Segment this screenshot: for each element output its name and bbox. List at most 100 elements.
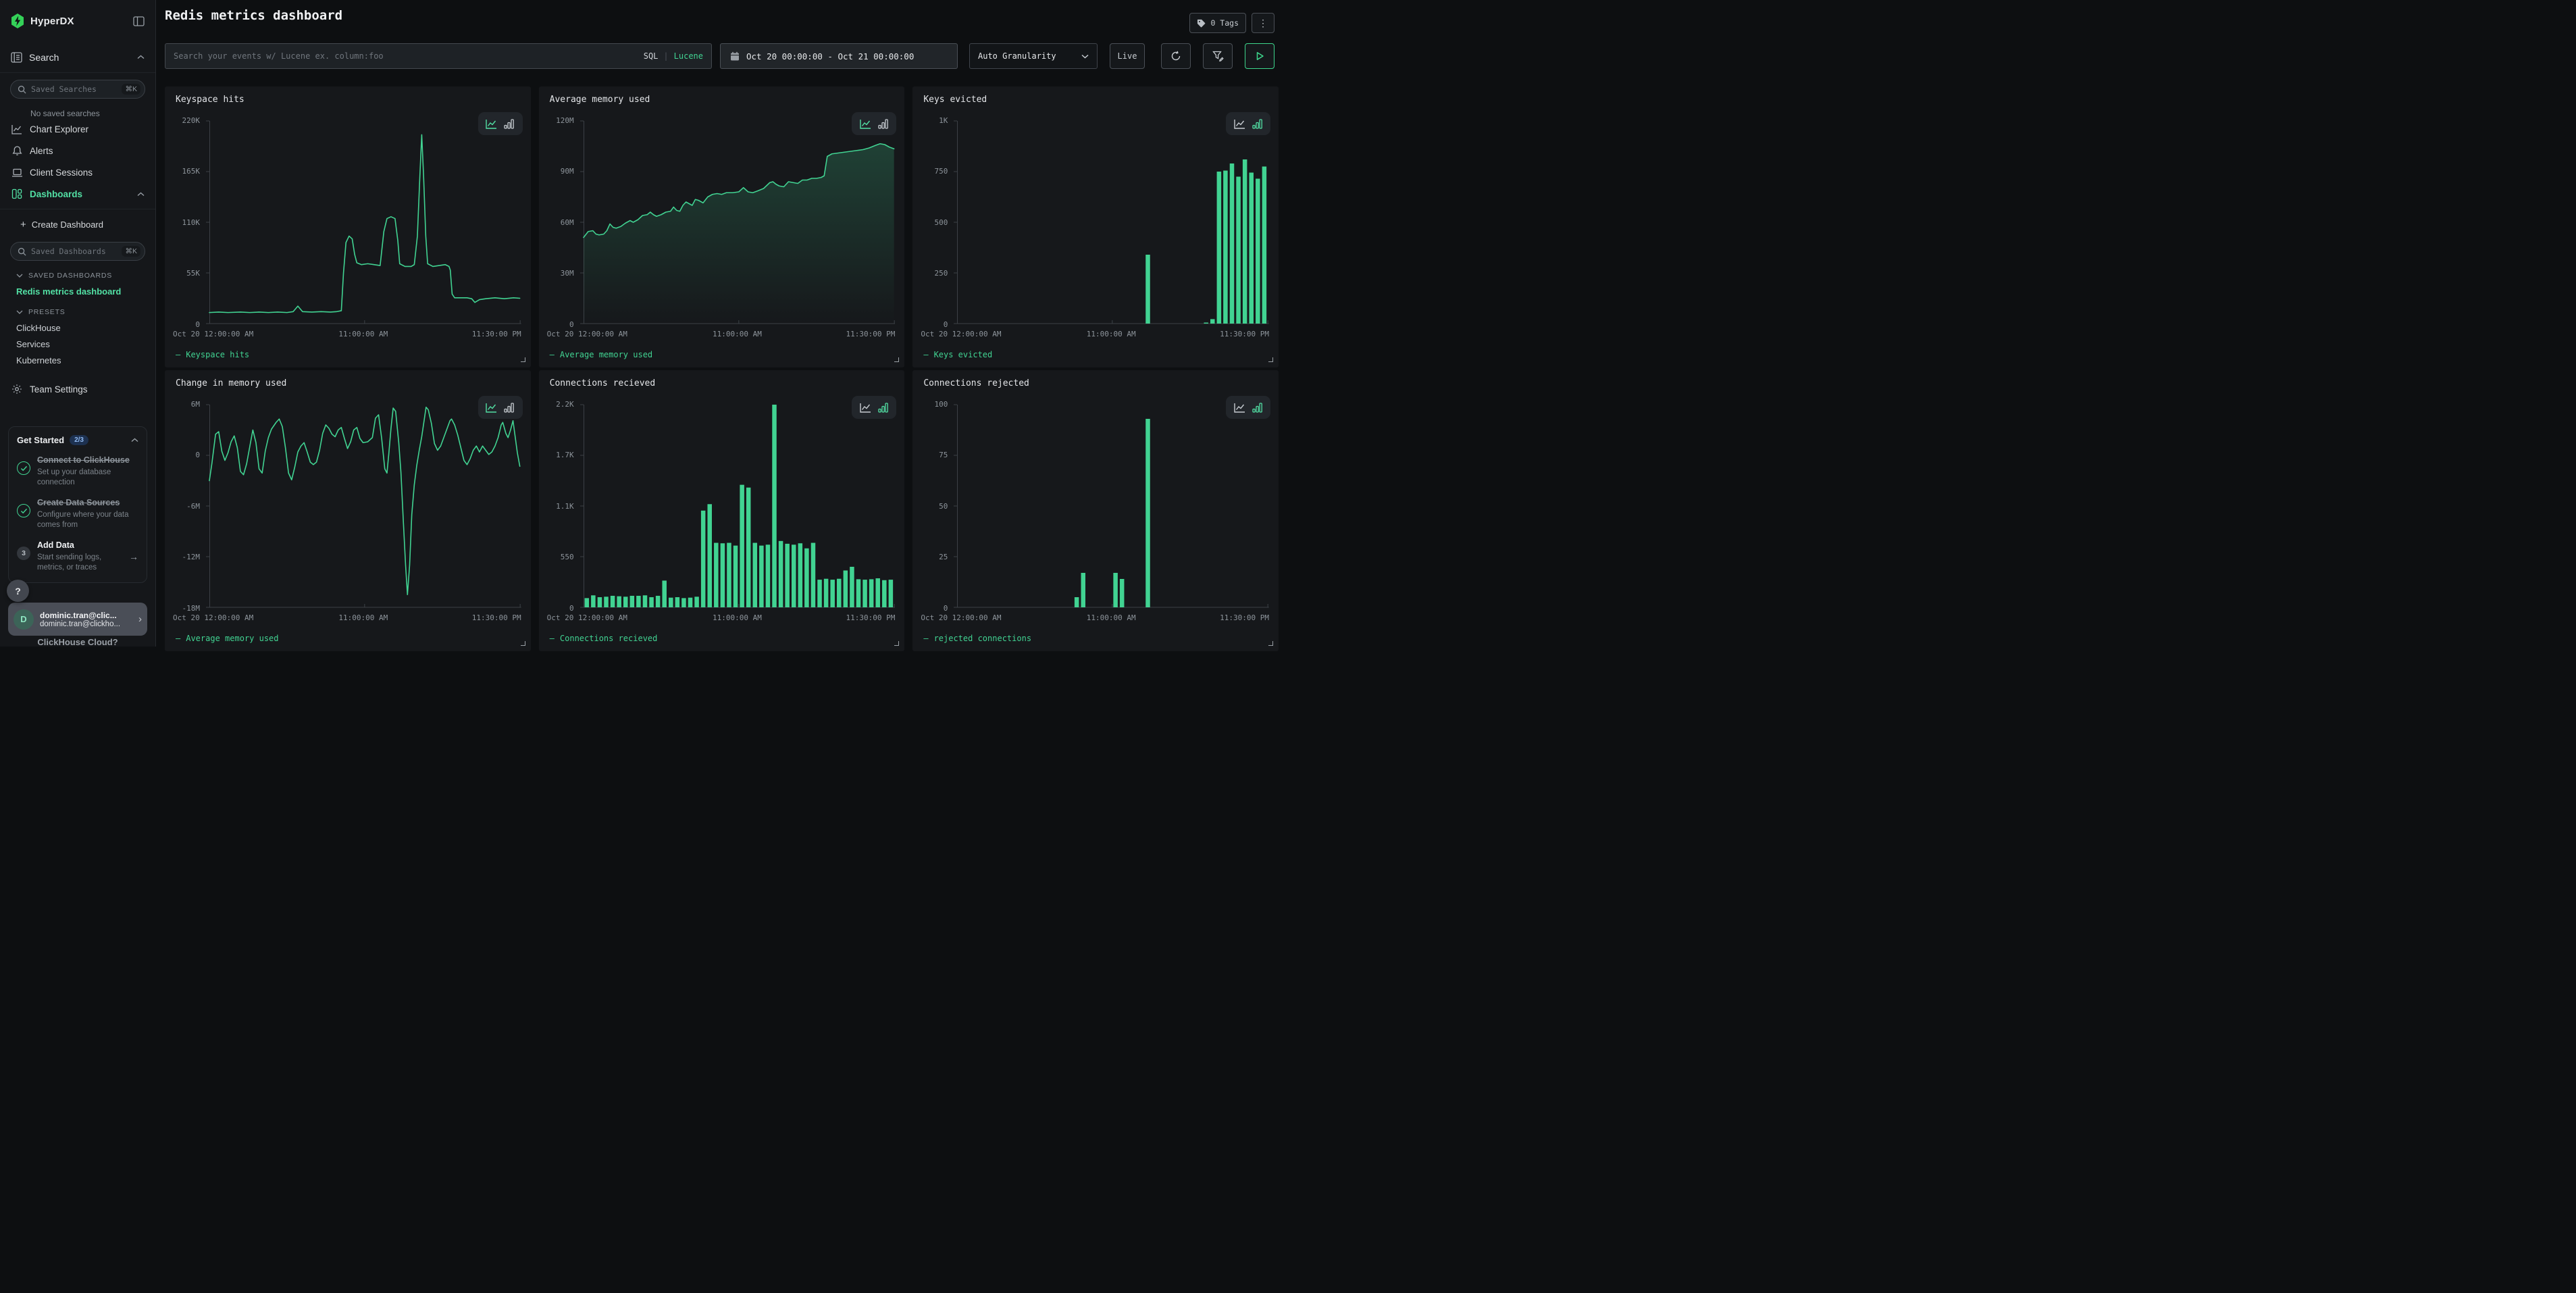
date-range-picker[interactable]: Oct 20 00:00:00 - Oct 21 00:00:00 [720,43,958,69]
get-started-card: Get Started 2/3 Connect to ClickHouse Se… [8,426,147,583]
saved-dashboards-input[interactable]: Saved Dashboards ⌘K [10,242,145,261]
avatar: D [14,609,34,630]
chart-view-toggle [478,112,523,135]
line-chart-icon[interactable] [1234,403,1245,413]
y-axis-labels: 1K7505002500 [921,120,948,324]
chart-title: Keys evicted [923,95,987,105]
chevron-up-icon[interactable] [137,192,145,197]
chevron-down-icon [1081,54,1089,59]
presets-header[interactable]: PRESETS [16,308,155,316]
y-axis-labels: 6M0-6M-12M-18M [173,404,200,608]
check-circle-icon [17,461,30,475]
step-subtitle: Start sending logs, metrics, or traces [37,553,122,573]
chevron-down-icon [16,274,23,278]
live-button[interactable]: Live [1110,43,1145,69]
run-query-button[interactable] [1245,43,1274,69]
panel-keys-evicted: Keys evicted 1K7505002500 Oct 20 12:00:0… [912,86,1279,367]
chart-view-toggle [852,112,896,135]
help-button[interactable]: ? [7,580,29,602]
line-chart-icon[interactable] [486,119,497,129]
panel-average-memory-used: Average memory used 120M90M60M30M0 Oct 2… [539,86,905,367]
step-number-badge: 3 [17,547,30,560]
filter-button[interactable] [1203,43,1233,69]
x-axis-labels: Oct 20 12:00:00 AM11:00:00 AM11:30:00 PM [921,613,1269,624]
bar-chart-icon[interactable] [504,403,515,413]
chevron-right-icon: › [138,613,142,625]
sidebar-item-search[interactable]: Search [0,42,155,73]
saved-searches-input[interactable]: Saved Searches ⌘K [10,80,145,99]
get-started-step-connect[interactable]: Connect to ClickHouse Set up your databa… [17,455,138,488]
line-chart-icon[interactable] [1234,119,1245,129]
sidebar-item-client-sessions[interactable]: Client Sessions [0,161,155,183]
resize-handle[interactable] [521,641,525,646]
chart-title: Change in memory used [176,378,286,388]
line-chart-icon[interactable] [860,119,871,129]
chart-canvas[interactable] [579,120,896,324]
chevron-up-icon[interactable] [137,55,145,59]
resize-handle[interactable] [894,357,899,362]
x-axis-labels: Oct 20 12:00:00 AM11:00:00 AM11:30:00 PM [173,330,521,340]
sidebar-item-chart-explorer[interactable]: Chart Explorer [0,118,155,140]
saved-dashboards-header[interactable]: SAVED DASHBOARDS [16,272,155,280]
sidebar-item-alerts[interactable]: Alerts [0,140,155,161]
chart-legend: —rejected connections [923,634,1031,643]
chart-canvas[interactable] [953,120,1269,324]
search-icon [18,85,26,94]
get-started-step-add-data[interactable]: 3 Add Data Start sending logs, metrics, … [17,540,138,573]
resize-handle[interactable] [521,357,525,362]
calendar-icon [730,51,740,61]
sidebar-item-team-settings[interactable]: Team Settings [0,378,155,400]
line-chart-icon[interactable] [486,403,497,413]
bar-chart-icon[interactable] [504,119,515,129]
chart-canvas[interactable] [205,404,521,608]
more-options-button[interactable]: ⋮ [1252,13,1274,33]
legend-dash: — [176,350,180,359]
no-saved-searches-text: No saved searches [30,109,155,118]
bar-chart-icon[interactable] [878,119,889,129]
granularity-select[interactable]: Auto Granularity [969,43,1098,69]
create-dashboard-button[interactable]: + Create Dashboard [0,213,155,235]
user-account-button[interactable]: D dominic.tran@clic... dominic.tran@clic… [8,603,147,636]
legend-dash: — [923,350,928,359]
bar-chart-icon[interactable] [1252,119,1263,129]
x-axis-labels: Oct 20 12:00:00 AM11:00:00 AM11:30:00 PM [921,330,1269,340]
sidebar-item-dashboards[interactable]: Dashboards [0,183,155,205]
x-axis-labels: Oct 20 12:00:00 AM11:00:00 AM11:30:00 PM [547,330,896,340]
event-search-input[interactable]: Search your events w/ Lucene ex. column:… [165,43,712,69]
sidebar-item-clickhouse-preset[interactable]: ClickHouse [16,322,155,334]
sidebar-item-kubernetes-preset[interactable]: Kubernetes [16,354,155,366]
search-icon [18,247,26,256]
tags-button[interactable]: 0 Tags [1189,13,1246,33]
y-axis-labels: 1007550250 [921,404,948,608]
dots-vertical-icon: ⋮ [1258,18,1268,29]
get-started-title: Get Started [17,435,64,445]
dashboards-icon [11,188,23,199]
resize-handle[interactable] [1268,357,1273,362]
tag-icon [1197,19,1206,28]
chart-canvas[interactable] [579,404,896,608]
sidebar-item-services-preset[interactable]: Services [16,338,155,350]
main-content: Redis metrics dashboard 0 Tags ⋮ Search … [157,0,1288,646]
chart-canvas[interactable] [953,404,1269,608]
refresh-button[interactable] [1161,43,1191,69]
chart-title: Connections recieved [550,378,656,388]
line-chart-icon[interactable] [860,403,871,413]
sql-toggle[interactable]: SQL [644,51,659,61]
bar-chart-icon[interactable] [1252,403,1263,413]
sidebar-collapse-icon[interactable] [133,16,145,26]
chevron-up-icon[interactable] [131,438,138,442]
chart-canvas[interactable] [205,120,521,324]
sidebar-item-redis-metrics-dashboard[interactable]: Redis metrics dashboard [16,285,155,297]
lucene-toggle[interactable]: Lucene [674,51,703,61]
legend-dash: — [550,634,555,643]
chart-title: Average memory used [550,95,650,105]
bar-chart-icon[interactable] [878,403,889,413]
shortcut-badge: ⌘K [122,246,140,257]
gear-icon [11,384,23,395]
get-started-step-data-sources[interactable]: Create Data Sources Configure where your… [17,497,138,530]
resize-handle[interactable] [894,641,899,646]
y-axis-labels: 220K165K110K55K0 [173,120,200,324]
resize-handle[interactable] [1268,641,1273,646]
get-started-progress-badge: 2/3 [70,435,88,445]
arrow-right-icon: → [129,551,138,562]
